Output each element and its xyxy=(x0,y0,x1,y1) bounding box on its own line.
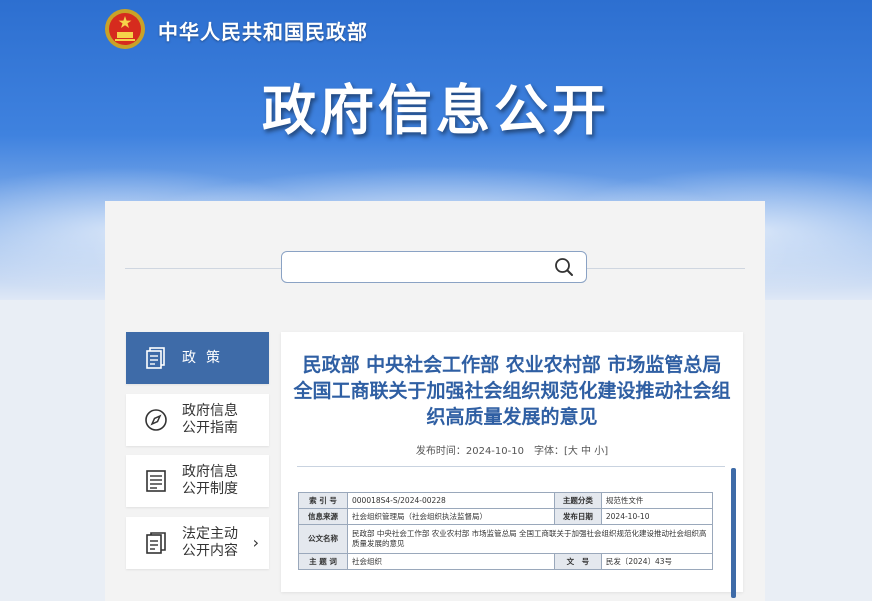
sidebar-item-label: 法定主动 公开内容 xyxy=(182,526,238,560)
search-icon[interactable] xyxy=(554,257,574,277)
table-value: 规范性文件 xyxy=(600,492,714,509)
article-meta[interactable]: 发布时间：2024-10-10 字体：[大 中 小] xyxy=(281,442,743,457)
search-input[interactable] xyxy=(290,252,554,282)
table-value: 社会组织管理局（社会组织执法监督局） xyxy=(347,508,555,525)
list-document-icon xyxy=(146,470,166,492)
info-table: 索 引 号 000018S4-S/2024-00228 主题分类 规范性文件 信… xyxy=(298,492,714,570)
document-stack-icon xyxy=(146,347,165,369)
table-key: 公文名称 xyxy=(298,524,348,554)
search-area xyxy=(125,251,745,285)
table-value: 000018S4-S/2024-00228 xyxy=(347,492,555,509)
label-line: 政府信息 xyxy=(182,464,238,480)
label-line: 政府信息 xyxy=(182,403,238,419)
table-key: 发布日期 xyxy=(553,508,602,525)
article-card: 民政部 中央社会工作部 农业农村部 市场监管总局 全国工商联关于加强社会组织规范… xyxy=(281,332,743,598)
table-key: 索 引 号 xyxy=(298,492,348,509)
title-line: 全国工商联关于加强社会组织规范化建设推动社会组 xyxy=(293,380,731,402)
document-icon xyxy=(146,532,166,554)
table-key: 主 题 词 xyxy=(298,553,348,570)
national-emblem-icon xyxy=(105,9,145,49)
compass-icon xyxy=(145,409,167,431)
sidebar-item-guide[interactable]: 政府信息 公开指南 xyxy=(126,394,269,446)
sidebar-item-system[interactable]: 政府信息 公开制度 xyxy=(126,455,269,507)
sidebar-item-statutory[interactable]: 法定主动 公开内容 › xyxy=(126,517,269,569)
title-line: 织高质量发展的意见 xyxy=(426,406,598,428)
sidebar-item-policy[interactable]: 政策 xyxy=(126,332,269,384)
table-row: 索 引 号 000018S4-S/2024-00228 主题分类 规范性文件 xyxy=(298,492,714,509)
article-title: 民政部 中央社会工作部 农业农村部 市场监管总局 全国工商联关于加强社会组织规范… xyxy=(289,352,735,430)
sidebar-item-label: 政府信息 公开指南 xyxy=(182,403,238,437)
table-value: 2024-10-10 xyxy=(600,508,714,525)
label-line: 公开指南 xyxy=(182,420,238,436)
table-row: 公文名称 民政部 中央社会工作部 农业农村部 市场监管总局 全国工商联关于加强社… xyxy=(298,524,713,554)
table-key: 主题分类 xyxy=(553,492,602,509)
page-title: 政府信息公开 xyxy=(262,79,610,142)
search-box xyxy=(281,251,587,283)
label-line: 法定主动 xyxy=(182,526,238,542)
sidebar-item-label: 政策 xyxy=(182,349,230,366)
table-value: 社会组织 xyxy=(347,553,555,570)
table-value: 民发〔2024〕43号 xyxy=(600,553,714,570)
table-key: 文 号 xyxy=(553,553,602,570)
org-name[interactable]: 中华人民共和国民政部 xyxy=(158,16,368,45)
divider xyxy=(297,466,725,467)
label-line: 公开内容 xyxy=(182,543,238,559)
table-row: 信息来源 社会组织管理局（社会组织执法监督局） 发布日期 2024-10-10 xyxy=(298,508,714,525)
chevron-right-icon: › xyxy=(252,533,259,552)
sidebar-item-label: 政府信息 公开制度 xyxy=(182,464,238,498)
table-key: 信息来源 xyxy=(298,508,348,525)
title-line: 民政部 中央社会工作部 农业农村部 市场监管总局 xyxy=(302,354,722,376)
table-row: 主 题 词 社会组织 文 号 民发〔2024〕43号 xyxy=(298,553,714,570)
label-line: 公开制度 xyxy=(182,481,238,497)
table-value: 民政部 中央社会工作部 农业农村部 市场监管总局 全国工商联关于加强社会组织规范… xyxy=(347,524,713,554)
